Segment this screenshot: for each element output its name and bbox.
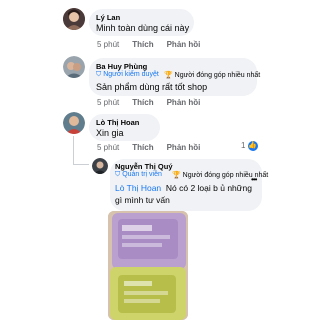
reply-button[interactable]: Phản hồi bbox=[167, 98, 201, 107]
moderator-badge: ⛉ Người kiểm duyệt bbox=[96, 71, 159, 78]
commenter-name[interactable]: Nguyễn Thị Quý bbox=[115, 162, 173, 171]
attached-photo[interactable] bbox=[108, 211, 188, 320]
more-options-button[interactable]: ••• bbox=[251, 175, 257, 184]
reply-button[interactable]: Phản hồi bbox=[167, 40, 201, 49]
reply-bubble: Nguyễn Thị Quý ⛉ Quản trị viên 🏆 Người đ… bbox=[110, 159, 268, 211]
reply-button[interactable]: Phản hồi bbox=[167, 143, 201, 152]
trophy-icon: 🏆 bbox=[172, 172, 181, 179]
shield-icon: ⛉ bbox=[96, 71, 102, 78]
comment-actions: 5 phút Thích Phản hồi bbox=[97, 98, 213, 107]
top-contributor-badge: 🏆 Người đóng góp nhiều nhất bbox=[164, 72, 261, 79]
avatar[interactable] bbox=[63, 8, 85, 30]
avatar[interactable] bbox=[92, 158, 108, 174]
comment-actions: 5 phút Thích Phản hồi bbox=[97, 143, 213, 152]
like-button[interactable]: Thích bbox=[132, 98, 153, 107]
mention-link[interactable]: Lò Thị Hoan bbox=[115, 183, 161, 193]
thread-line bbox=[73, 164, 89, 165]
comment-bubble: Lý Lan Minh toàn dùng cái này bbox=[89, 9, 194, 36]
like-button[interactable]: Thích bbox=[132, 143, 153, 152]
comment-bubble: Ba Huy Phùng ⛉ Người kiểm duyệt 🏆 Người … bbox=[89, 58, 261, 96]
commenter-name[interactable]: Lý Lan bbox=[96, 13, 120, 22]
reply-text-line2: gì mình tư vấn bbox=[115, 195, 170, 205]
like-reaction-icon: 👍 bbox=[247, 141, 258, 151]
comment-time[interactable]: 5 phút bbox=[97, 143, 119, 152]
comment-time[interactable]: 5 phút bbox=[97, 98, 119, 107]
admin-badge: ⛉ Quản trị viên bbox=[115, 171, 162, 178]
comment-actions: 5 phút Thích Phản hồi bbox=[97, 40, 213, 49]
reply-text-line1: Lò Thị Hoan Nó có 2 loại b ủ những bbox=[115, 183, 252, 193]
comment-bubble: Lò Thị Hoan Xin gia bbox=[89, 114, 160, 141]
shield-icon: ⛉ bbox=[115, 171, 121, 178]
comment-time[interactable]: 5 phút bbox=[97, 40, 119, 49]
trophy-icon: 🏆 bbox=[164, 72, 173, 79]
comment-text: Minh toàn dùng cái này bbox=[96, 23, 190, 33]
like-button[interactable]: Thích bbox=[132, 40, 153, 49]
avatar[interactable] bbox=[63, 112, 85, 134]
comment-text: Sản phẩm dùng rất tốt shop bbox=[96, 82, 208, 92]
comment-thread: Lý Lan Minh toàn dùng cái này 5 phút Thíc… bbox=[0, 0, 320, 320]
reaction-count[interactable]: 1 👍 bbox=[241, 141, 258, 151]
commenter-name[interactable]: Ba Huy Phùng bbox=[96, 62, 147, 71]
thread-line bbox=[73, 136, 74, 164]
comment-text: Xin gia bbox=[96, 128, 124, 138]
avatar[interactable] bbox=[63, 56, 85, 78]
commenter-name[interactable]: Lò Thị Hoan bbox=[96, 118, 139, 127]
